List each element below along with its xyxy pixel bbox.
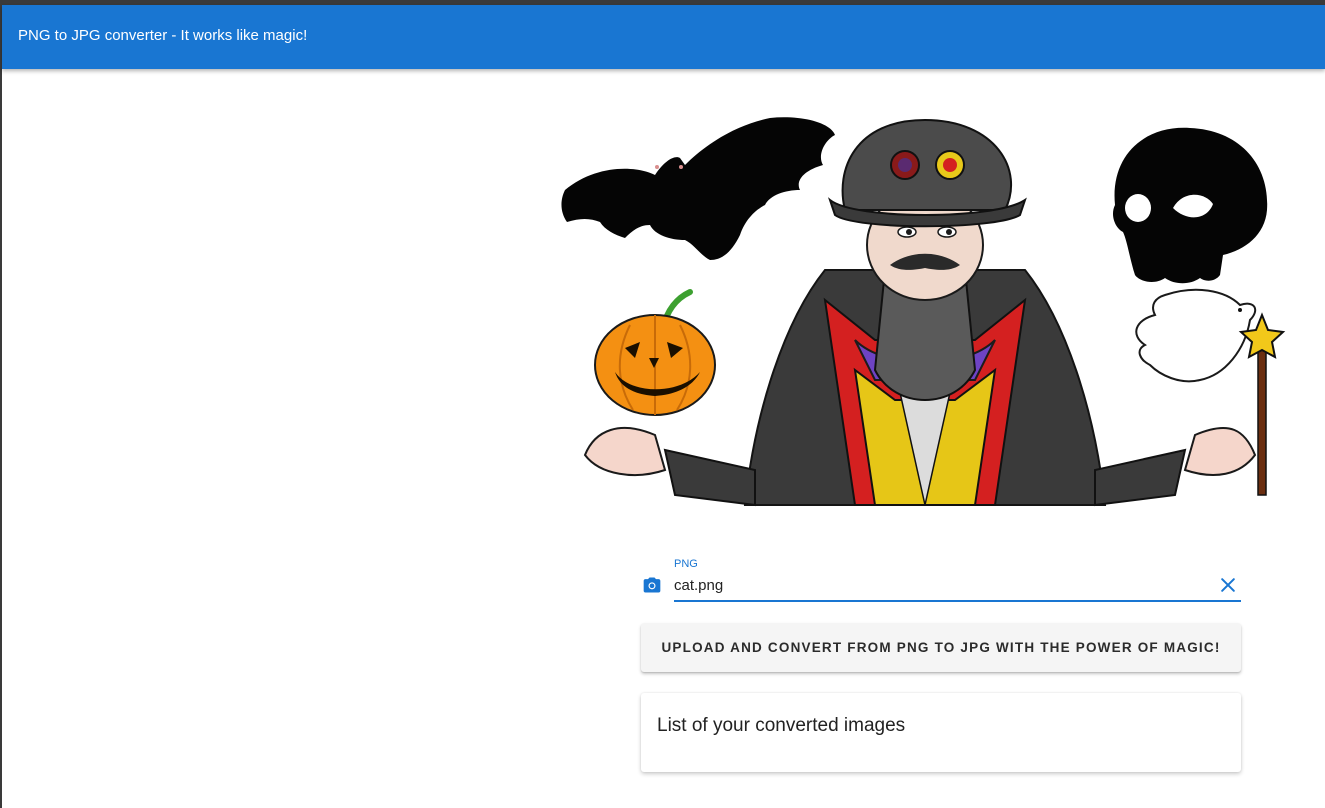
upload-convert-button[interactable]: UPLOAD AND CONVERT FROM PNG TO JPG WITH … (641, 623, 1241, 672)
png-file-field[interactable]: PNG (640, 555, 1242, 605)
dove-icon (1135, 288, 1257, 383)
converted-images-card: List of your converted images (641, 693, 1241, 772)
skull-icon (1112, 127, 1268, 284)
window-left-edge (0, 0, 2, 808)
magic-wand-icon (1238, 312, 1286, 496)
file-name-input[interactable] (674, 573, 1209, 597)
bat-icon (561, 117, 835, 260)
file-field-label: PNG (674, 558, 698, 570)
file-field-underline (674, 600, 1241, 602)
app-title: PNG to JPG converter - It works like mag… (18, 27, 308, 44)
pumpkin-icon (594, 289, 716, 416)
magician-illustration (561, 117, 1286, 507)
camera-icon[interactable] (641, 575, 663, 595)
app-bar: PNG to JPG converter - It works like mag… (2, 5, 1325, 69)
close-icon[interactable] (1218, 575, 1238, 595)
converted-list-title: List of your converted images (657, 715, 906, 736)
